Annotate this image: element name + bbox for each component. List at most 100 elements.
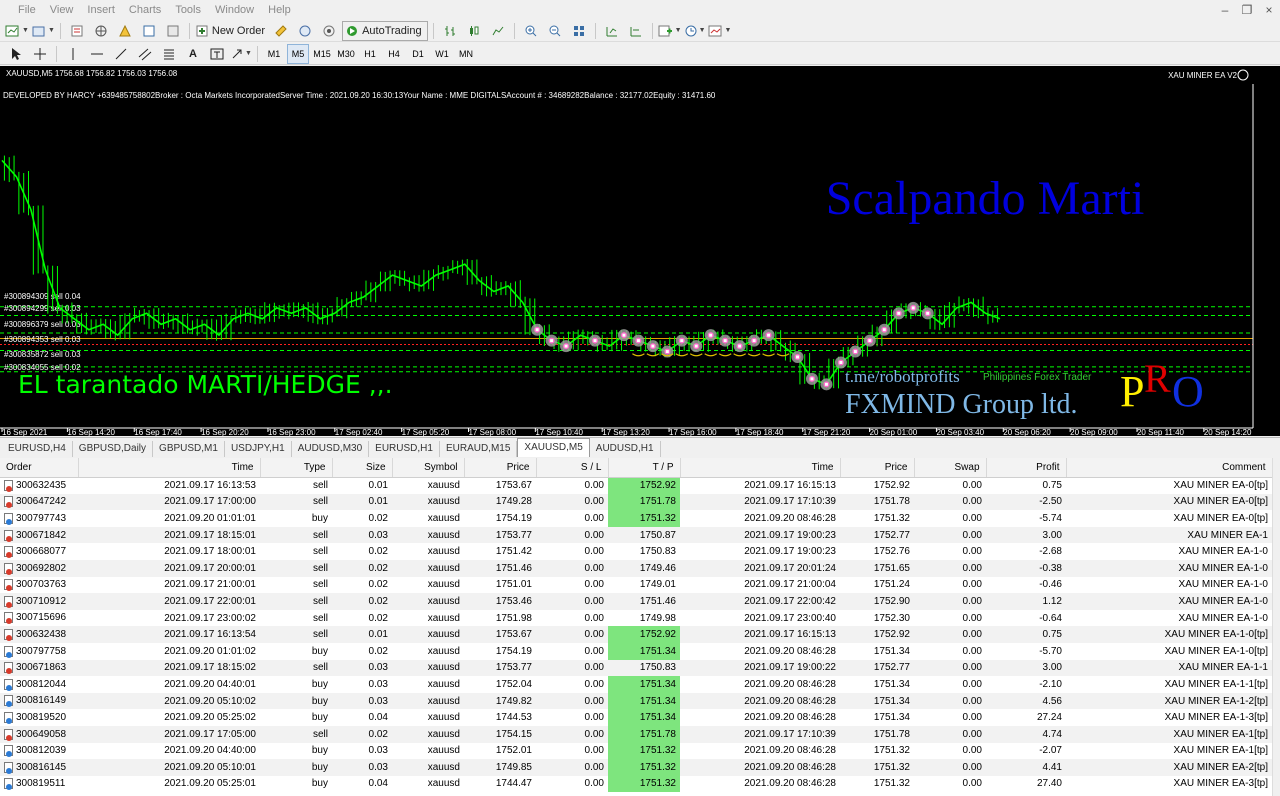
table-row[interactable]: 300715696 2021.09.17 23:00:02 sell 0.02 xauu… <box>0 610 1272 627</box>
menu-window[interactable]: Window <box>208 0 261 20</box>
column-header[interactable]: Size <box>332 458 392 477</box>
column-header[interactable]: Time <box>78 458 260 477</box>
table-row[interactable]: 300703763 2021.09.17 21:00:01 sell 0.02 xauu… <box>0 577 1272 594</box>
zoom-in-icon[interactable] <box>520 21 542 41</box>
profiles-icon[interactable]: ▼ <box>31 21 55 41</box>
menu-tools[interactable]: Tools <box>168 0 208 20</box>
signals-icon[interactable] <box>318 21 340 41</box>
zoom-out-icon[interactable] <box>544 21 566 41</box>
cursor-icon[interactable] <box>5 44 27 64</box>
channel-icon[interactable] <box>134 44 156 64</box>
timeframe-h4[interactable]: H4 <box>383 44 405 64</box>
chart-tab[interactable]: EURUSD,H4 <box>2 441 73 457</box>
column-header[interactable]: Comment <box>1066 458 1272 477</box>
vertical-line-icon[interactable] <box>62 44 84 64</box>
column-header[interactable]: T / P <box>608 458 680 477</box>
table-row[interactable]: 300797758 2021.09.20 01:01:02 buy 0.02 xauus… <box>0 643 1272 660</box>
chart-tab[interactable]: AUDUSD,H1 <box>590 441 661 457</box>
chart-tab[interactable]: GBPUSD,Daily <box>73 441 153 457</box>
column-header[interactable]: Symbol <box>392 458 464 477</box>
timeframe-m30[interactable]: M30 <box>335 44 357 64</box>
fibonacci-icon[interactable] <box>158 44 180 64</box>
chart-tab[interactable]: EURUSD,H1 <box>369 441 440 457</box>
data-window-icon[interactable] <box>90 21 112 41</box>
column-header[interactable]: Order <box>0 458 78 477</box>
menu-insert[interactable]: Insert <box>80 0 122 20</box>
chart-tab[interactable]: XAUUSD,M5 <box>517 438 589 457</box>
market-watch-icon[interactable] <box>66 21 88 41</box>
text-label-icon[interactable] <box>206 44 228 64</box>
column-header[interactable]: Profit <box>986 458 1066 477</box>
table-row[interactable]: 300819511 2021.09.20 05:25:01 buy 0.04 xauus… <box>0 776 1272 793</box>
autotrading-button[interactable]: AutoTrading <box>342 21 428 41</box>
horizontal-line-icon[interactable] <box>86 44 108 64</box>
line-chart-icon[interactable] <box>487 21 509 41</box>
menu-view[interactable]: View <box>43 0 81 20</box>
menu-charts[interactable]: Charts <box>122 0 168 20</box>
table-row[interactable]: 300671842 2021.09.17 18:15:01 sell 0.03 xauu… <box>0 527 1272 544</box>
menu-help[interactable]: Help <box>261 0 298 20</box>
metaeditor-icon[interactable] <box>270 21 292 41</box>
table-row[interactable]: 300632435 2021.09.17 16:13:53 sell 0.01 xauu… <box>0 477 1272 494</box>
periods-icon[interactable]: ▼ <box>684 21 706 41</box>
chart-tab[interactable]: EURAUD,M15 <box>440 441 517 457</box>
column-header[interactable]: Swap <box>914 458 986 477</box>
table-cell: -2.07 <box>986 743 1066 760</box>
chart-tab[interactable]: AUDUSD,M30 <box>292 441 369 457</box>
timeframe-mn[interactable]: MN <box>455 44 477 64</box>
table-row[interactable]: 300819520 2021.09.20 05:25:02 buy 0.04 xauus… <box>0 709 1272 726</box>
new-order-button[interactable]: New Order <box>195 21 268 41</box>
table-cell: 0.04 <box>332 709 392 726</box>
table-row[interactable]: 300812044 2021.09.20 04:40:01 buy 0.03 xauus… <box>0 676 1272 693</box>
timeframe-m15[interactable]: M15 <box>311 44 333 64</box>
table-row[interactable]: 300671863 2021.09.17 18:15:02 sell 0.03 xauu… <box>0 660 1272 677</box>
terminal-icon[interactable] <box>138 21 160 41</box>
options-icon[interactable] <box>294 21 316 41</box>
column-header[interactable]: Time <box>680 458 840 477</box>
templates-icon[interactable]: ▼ <box>708 21 732 41</box>
candlestick-icon[interactable] <box>463 21 485 41</box>
strategy-tester-icon[interactable] <box>162 21 184 41</box>
restore-icon[interactable]: ❐ <box>1236 0 1258 20</box>
indicators-icon[interactable]: ▼ <box>658 21 682 41</box>
timeframe-m5[interactable]: M5 <box>287 44 309 64</box>
table-row[interactable]: 300816149 2021.09.20 05:10:02 buy 0.03 xauus… <box>0 693 1272 710</box>
table-row[interactable]: 300647242 2021.09.17 17:00:00 sell 0.01 xauu… <box>0 494 1272 511</box>
tile-windows-icon[interactable] <box>568 21 590 41</box>
table-cell: 4.41 <box>986 759 1066 776</box>
bar-chart-icon[interactable] <box>439 21 461 41</box>
timeframe-w1[interactable]: W1 <box>431 44 453 64</box>
text-icon[interactable]: A <box>182 44 204 64</box>
column-header[interactable]: Price <box>840 458 914 477</box>
arrows-icon[interactable]: ▼ <box>230 44 252 64</box>
table-row[interactable]: 300668077 2021.09.17 18:00:01 sell 0.02 xauu… <box>0 543 1272 560</box>
table-row[interactable]: 300797743 2021.09.20 01:01:01 buy 0.02 xauus… <box>0 510 1272 527</box>
navigator-icon[interactable] <box>114 21 136 41</box>
timeframe-d1[interactable]: D1 <box>407 44 429 64</box>
new-chart-icon[interactable]: ▼ <box>5 21 29 41</box>
column-header[interactable]: S / L <box>536 458 608 477</box>
chart-canvas[interactable]: #300894309 sell 0.04 #300894299 sell 0.03… <box>0 66 1280 436</box>
chart-shift-icon[interactable] <box>601 21 623 41</box>
table-row[interactable]: 300710912 2021.09.17 22:00:01 sell 0.02 xauu… <box>0 593 1272 610</box>
timeframe-h1[interactable]: H1 <box>359 44 381 64</box>
table-row[interactable]: 300816145 2021.09.20 05:10:01 buy 0.03 xauus… <box>0 759 1272 776</box>
menu-file[interactable]: File <box>0 0 43 20</box>
price-chart[interactable]: #300894309 sell 0.04 #300894299 sell 0.03… <box>0 66 1280 436</box>
auto-scroll-icon[interactable] <box>625 21 647 41</box>
table-row[interactable]: 300692802 2021.09.17 20:00:01 sell 0.02 xauu… <box>0 560 1272 577</box>
column-header[interactable]: Type <box>260 458 332 477</box>
chart-tab[interactable]: USDJPY,H1 <box>225 441 292 457</box>
minimize-icon[interactable]: – <box>1214 0 1236 20</box>
table-row[interactable]: 300632438 2021.09.17 16:13:54 sell 0.01 xauu… <box>0 626 1272 643</box>
column-header[interactable]: Price <box>464 458 536 477</box>
vertical-scrollbar[interactable] <box>1272 458 1280 796</box>
table-row[interactable]: 300649058 2021.09.17 17:05:00 sell 0.02 xauu… <box>0 726 1272 743</box>
close-icon[interactable]: × <box>1258 0 1280 20</box>
trendline-icon[interactable] <box>110 44 132 64</box>
table-cell: 1751.32 <box>608 743 680 760</box>
table-row[interactable]: 300812039 2021.09.20 04:40:00 buy 0.03 xauus… <box>0 743 1272 760</box>
crosshair-icon[interactable] <box>29 44 51 64</box>
timeframe-m1[interactable]: M1 <box>263 44 285 64</box>
chart-tab[interactable]: GBPUSD,M1 <box>153 441 225 457</box>
